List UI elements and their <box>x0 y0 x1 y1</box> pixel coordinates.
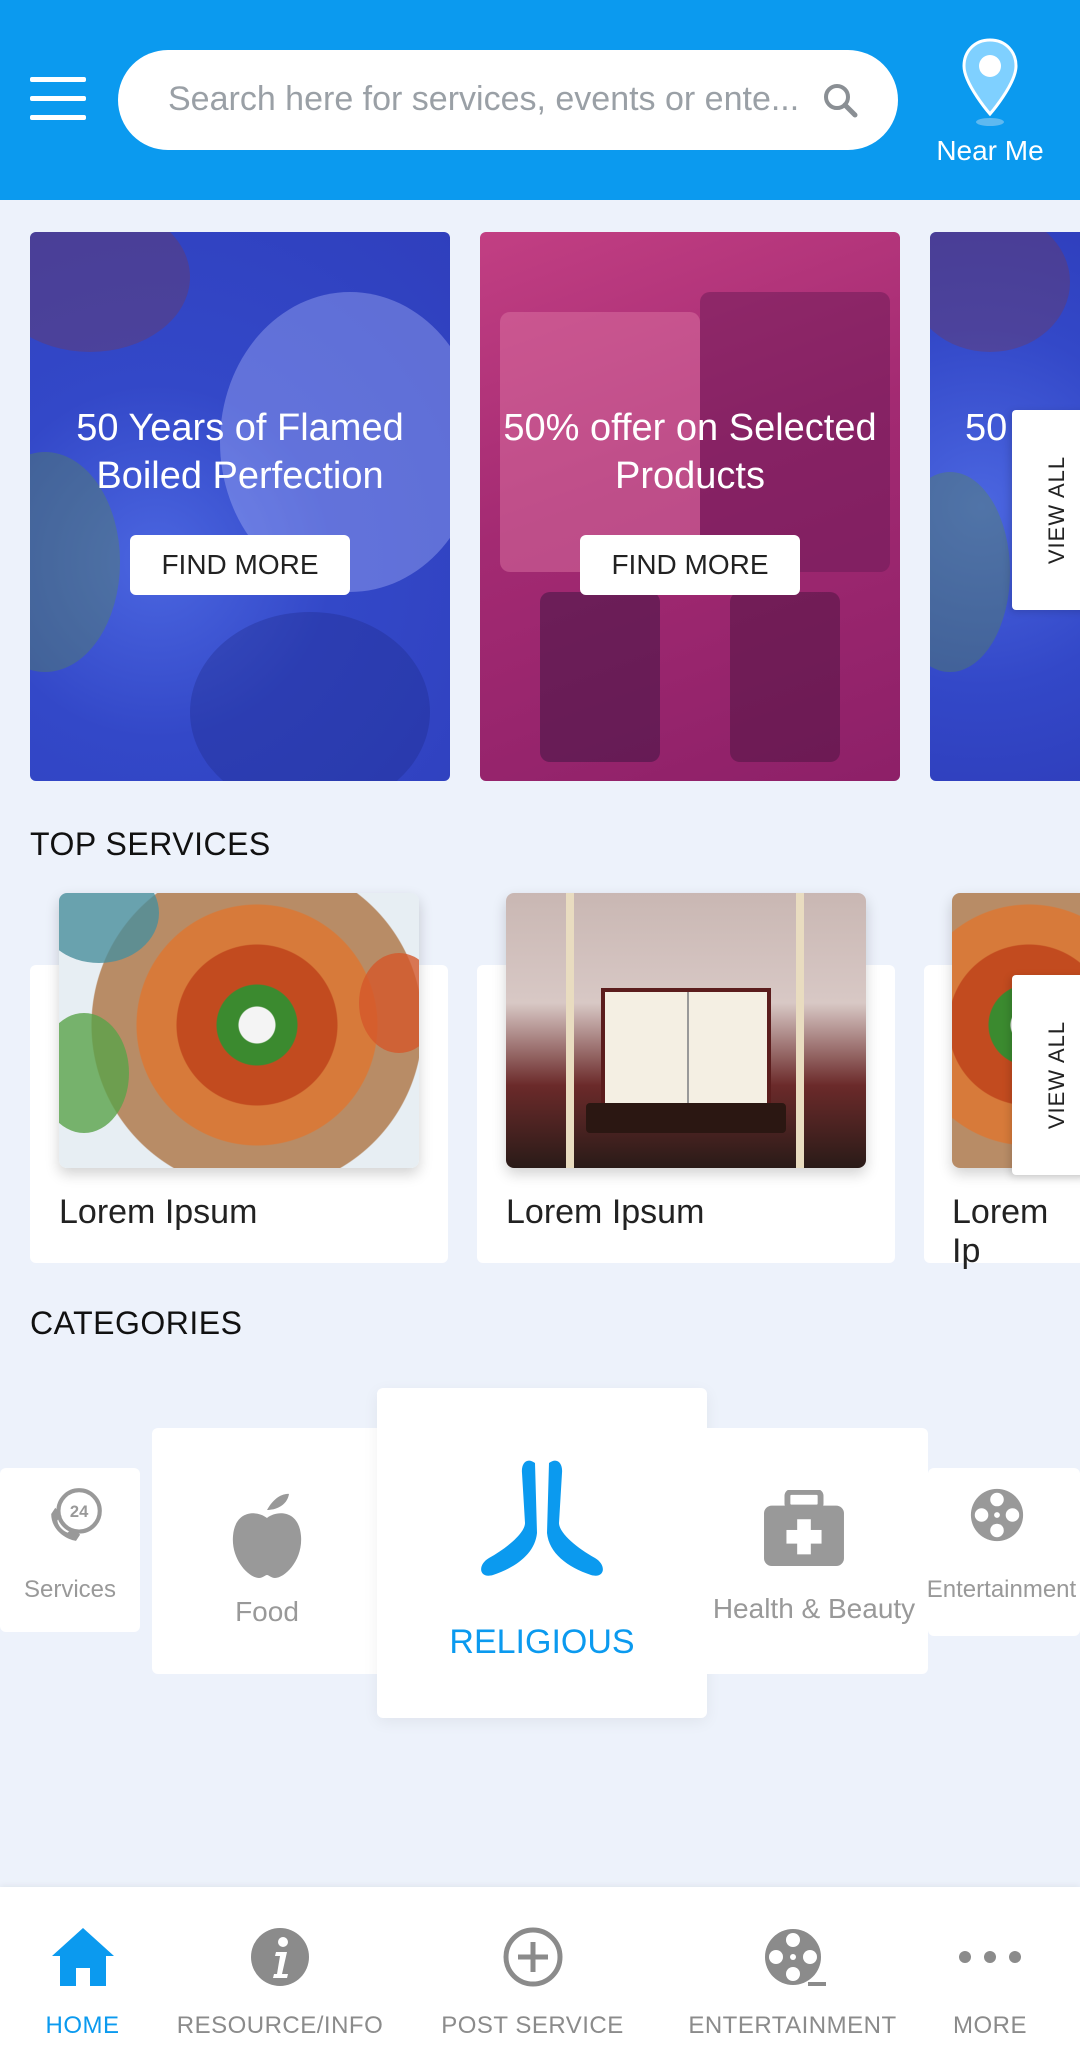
medical-kit-icon <box>764 1490 844 1567</box>
apple-icon <box>232 1493 302 1578</box>
category-entertainment[interactable]: Entertainment <box>927 1468 1080 1636</box>
near-me-label: Near Me <box>936 135 1044 166</box>
film-reel-icon <box>970 1488 1024 1542</box>
category-label: Food <box>235 1596 299 1627</box>
search-bar[interactable]: Search here for services, events or ente… <box>118 50 898 150</box>
category-services[interactable]: 24 Services <box>0 1468 140 1632</box>
category-food[interactable]: Food <box>152 1428 382 1674</box>
category-label: Entertainment <box>926 1576 1077 1603</box>
banner-title: 50 Years of Flamed Boiled Perfection <box>76 407 404 497</box>
app-header: Search here for services, events or ente… <box>0 0 1080 200</box>
category-label: Services <box>23 1576 117 1603</box>
nav-post-service[interactable]: POST SERVICE <box>430 1887 635 2059</box>
category-label: Health & Beauty <box>712 1593 916 1624</box>
bottom-navigation: HOME RESOURCE/INFO POST SERVICE ENTERTAI… <box>0 1887 1080 2059</box>
service-name: Lorem Ip <box>952 1193 1049 1270</box>
find-more-button[interactable]: FIND MORE <box>130 535 350 595</box>
near-me-button[interactable]: Near Me <box>920 30 1060 170</box>
nav-resource-info[interactable]: RESOURCE/INFO <box>175 1887 385 2059</box>
praying-hands-icon <box>481 1460 603 1576</box>
categories-title: CATEGORIES <box>30 1305 243 1341</box>
service-image[interactable] <box>59 893 419 1168</box>
nav-home[interactable]: HOME <box>20 1887 145 2059</box>
plus-circle-icon <box>503 1927 562 1987</box>
view-all-label: VIEW ALL <box>1044 455 1069 565</box>
home-icon <box>51 1928 114 1986</box>
info-icon <box>251 1928 309 1986</box>
search-input[interactable]: Search here for services, events or ente… <box>168 80 818 119</box>
svg-text:24: 24 <box>70 1502 89 1521</box>
view-all-label: VIEW ALL <box>1044 1020 1069 1130</box>
category-label: RELIGIOUS <box>449 1623 635 1661</box>
nav-label: ENTERTAINMENT <box>688 2012 897 2039</box>
service-name: Lorem Ipsum <box>59 1193 258 1231</box>
banner-card[interactable]: 50% offer on Selected Products FIND MORE <box>480 232 900 781</box>
banner-card[interactable]: 50 Years of Flamed Boiled Perfection FIN… <box>30 232 450 781</box>
nav-label: MORE <box>953 2012 1027 2039</box>
nav-entertainment[interactable]: ENTERTAINMENT <box>680 1887 905 2059</box>
service-name: Lorem Ipsum <box>506 1193 705 1231</box>
nav-more[interactable]: MORE <box>940 1887 1040 2059</box>
more-dots-icon <box>959 1951 1021 1963</box>
nav-label: RESOURCE/INFO <box>176 2012 384 2039</box>
banner-title: 50% offer on Selected Products <box>503 407 877 497</box>
service-image[interactable] <box>506 893 866 1168</box>
search-icon[interactable] <box>822 82 858 118</box>
category-religious[interactable]: RELIGIOUS <box>377 1388 707 1718</box>
nav-label: HOME <box>45 2012 120 2039</box>
menu-icon[interactable] <box>30 77 86 121</box>
top-services-title: TOP SERVICES <box>30 826 271 862</box>
services-view-all-button[interactable]: VIEW ALL <box>1012 975 1080 1175</box>
nav-label: POST SERVICE <box>441 2012 624 2039</box>
24h-phone-icon: 24 <box>51 1488 102 1541</box>
category-health-beauty[interactable]: Health & Beauty <box>700 1428 928 1674</box>
film-reel-icon <box>764 1929 826 1986</box>
location-pin-icon <box>962 38 1018 126</box>
banners-view-all-button[interactable]: VIEW ALL <box>1012 410 1080 610</box>
find-more-button[interactable]: FIND MORE <box>580 535 800 595</box>
